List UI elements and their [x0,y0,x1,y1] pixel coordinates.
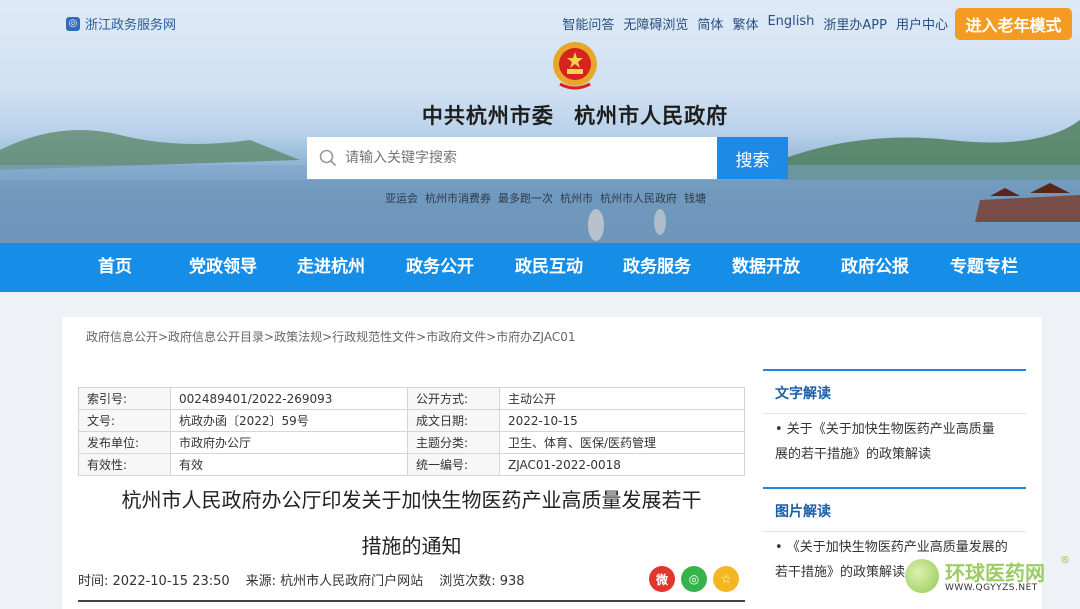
meta-key: 公开方式: [407,387,500,410]
meta-key: 有效性: [78,453,171,476]
doc-title-line: 杭州市人民政府办公厅印发关于加快生物医药产业高质量发展若干 [121,488,702,512]
hot-word[interactable]: 杭州市人民政府 [600,190,677,206]
search-input[interactable] [345,150,695,166]
link-simplified[interactable]: 简体 [697,14,723,33]
watermark-name: 环球医药网 [945,561,1045,585]
doc-meta-table: 索引号: 002489401/2022-269093 公开方式: 主动公开 文号… [78,387,745,476]
doc-time: 时间: 2022-10-15 23:50 [78,574,230,589]
doc-info: 时间: 2022-10-15 23:50 来源: 杭州市人民政府门户网站 浏览次… [78,570,525,589]
hot-words: 亚运会 杭州市消费券 最多跑一次 杭州市 杭州市人民政府 钱塘 [385,190,706,206]
title-divider [78,600,745,602]
doc-title: 杭州市人民政府办公厅印发关于加快生物医药产业高质量发展若干 措施的通知 [78,477,745,569]
link-user-center[interactable]: 用户中心 [896,14,948,33]
main-nav: 首页 党政领导 走进杭州 政务公开 政民互动 政务服务 数据开放 政府公报 专题… [0,243,1080,292]
table-row: 发布单位: 市政府办公厅 主题分类: 卫生、体育、医保/医药管理 [78,431,745,454]
elder-mode-button[interactable]: 进入老年模式 [955,8,1072,40]
nav-gov-services[interactable]: 政务服务 [623,243,691,292]
meta-key: 索引号: [78,387,171,410]
sidebar-divider [763,413,1026,414]
breadcrumb[interactable]: 政府信息公开>政府信息公开目录>政策法规>行政规范性文件>市政府文件>市府办ZJ… [86,328,575,345]
sidebar-link-line: 展的若干措施》的政策解读 [775,447,932,462]
search-icon [319,149,337,167]
doc-source: 来源: 杭州市人民政府门户网站 [245,574,424,589]
meta-key: 文号: [78,409,171,432]
wechat-share-icon[interactable]: ◎ [681,566,707,592]
nav-home[interactable]: 首页 [98,243,132,292]
sidebar-link[interactable]: • 关于《关于加快生物医药产业高质量 展的若干措施》的政策解读 [775,417,1014,467]
sidebar-link-line: • 关于《关于加快生物医药产业高质量 [775,422,995,437]
watermark: 环球医药网 ® WWW.QGYYZS.NET [905,555,1075,603]
nav-special-topics[interactable]: 专题专栏 [950,243,1018,292]
table-row: 文号: 杭政办函〔2022〕59号 成文日期: 2022-10-15 [78,409,745,432]
top-links: 智能问答 无障碍浏览 简体 繁体 English 浙里办APP 用户中心 [562,14,948,33]
meta-value: 002489401/2022-269093 [170,387,408,410]
link-english[interactable]: English [767,14,814,33]
gov-title-government: 杭州市人民政府 [574,103,729,128]
meta-key: 发布单位: [78,431,171,454]
weibo-share-icon[interactable]: 微 [649,566,675,592]
nav-party-leaders[interactable]: 党政领导 [189,243,257,292]
link-traditional[interactable]: 繁体 [732,14,758,33]
sidebar-title: 图片解读 [775,504,831,520]
table-row: 索引号: 002489401/2022-269093 公开方式: 主动公开 [78,387,745,410]
nav-gov-affairs-open[interactable]: 政务公开 [406,243,474,292]
gov-title: 中共杭州市委 杭州市人民政府 [0,100,1080,130]
link-smart-qa[interactable]: 智能问答 [562,14,614,33]
favorite-star-icon[interactable]: ☆ [713,566,739,592]
main-content: 政府信息公开>政府信息公开目录>政策法规>行政规范性文件>市政府文件>市府办ZJ… [62,317,1042,609]
meta-key: 统一编号: [407,453,500,476]
link-zheliban-app[interactable]: 浙里办APP [823,14,887,33]
search-button[interactable]: 搜索 [717,137,788,179]
meta-key: 成文日期: [407,409,500,432]
sidebar-divider [763,531,1026,532]
table-row: 有效性: 有效 统一编号: ZJAC01-2022-0018 [78,453,745,476]
hot-word[interactable]: 最多跑一次 [498,190,553,206]
search-box [307,137,717,179]
national-emblem-icon [553,42,597,90]
hot-word[interactable]: 杭州市消费券 [425,190,491,206]
nav-about-hangzhou[interactable]: 走进杭州 [297,243,365,292]
nav-interaction[interactable]: 政民互动 [515,243,583,292]
sidebar-title: 文字解读 [775,386,831,402]
meta-value: 卫生、体育、医保/医药管理 [499,431,745,454]
watermark-url: WWW.QGYYZS.NET [945,583,1038,593]
nav-gov-bulletin[interactable]: 政府公报 [841,243,909,292]
meta-value: 杭政办函〔2022〕59号 [170,409,408,432]
header-banner: ◎ 浙江政务服务网 智能问答 无障碍浏览 简体 繁体 English 浙里办AP… [0,0,1080,243]
brand-name: 浙江政务服务网 [85,18,177,33]
hot-word[interactable]: 杭州市 [560,190,593,206]
zhejiang-logo-icon: ◎ [66,16,80,31]
watermark-registered-mark: ® [1060,555,1070,566]
meta-value: 有效 [170,453,408,476]
hot-word[interactable]: 亚运会 [385,190,418,206]
gov-title-party: 中共杭州市委 [421,103,554,128]
doc-views: 浏览次数: 938 [439,574,525,589]
hot-word[interactable]: 钱塘 [684,190,706,206]
site-brand[interactable]: ◎ 浙江政务服务网 [66,14,176,33]
meta-value: 市政府办公厅 [170,431,408,454]
sidebar-text-interpretation: 文字解读 • 关于《关于加快生物医药产业高质量 展的若干措施》的政策解读 [763,369,1026,487]
meta-value: ZJAC01-2022-0018 [499,453,745,476]
meta-value: 主动公开 [499,387,745,410]
watermark-logo-icon [905,559,939,593]
meta-value: 2022-10-15 [499,409,745,432]
doc-title-line: 措施的通知 [361,534,462,558]
link-accessibility[interactable]: 无障碍浏览 [623,14,688,33]
meta-key: 主题分类: [407,431,500,454]
nav-open-data[interactable]: 数据开放 [732,243,800,292]
